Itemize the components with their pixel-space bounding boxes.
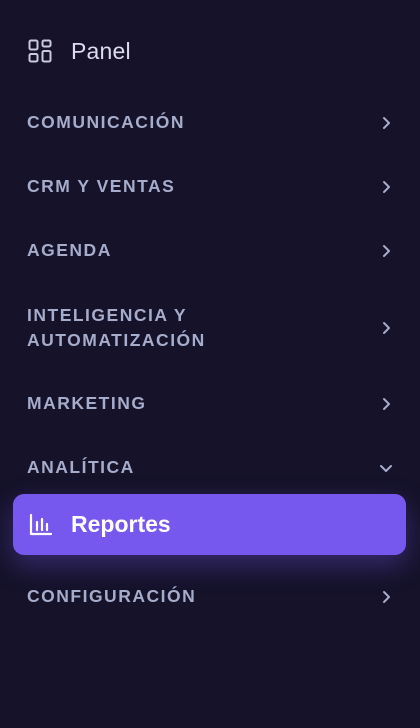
chevron-down-icon [379,461,393,475]
section-configuracion[interactable]: CONFIGURACIÓN [27,584,393,609]
section-inteligencia-automatizacion[interactable]: INTELIGENCIA Y AUTOMATIZACIÓN [27,303,393,353]
sidebar-item-panel-label: Panel [71,37,131,64]
sidebar-item-panel[interactable]: Panel [27,32,131,70]
chevron-right-icon [379,397,393,411]
chevron-right-icon [379,244,393,258]
section-label: MARKETING [27,393,147,413]
sidebar-item-reportes-label: Reportes [71,511,171,537]
section-label: CRM Y VENTAS [27,176,176,196]
section-label: CONFIGURACIÓN [27,586,197,606]
chevron-right-icon [379,590,393,604]
section-crm-ventas[interactable]: CRM Y VENTAS [27,174,393,199]
section-label: INTELIGENCIA Y AUTOMATIZACIÓN [27,303,206,353]
section-analitica[interactable]: ANALÍTICA [27,455,393,480]
section-comunicacion[interactable]: COMUNICACIÓN [27,110,393,135]
chevron-right-icon [379,180,393,194]
bar-chart-icon [28,512,54,538]
section-label-line-1: INTELIGENCIA Y [27,305,188,325]
grid-icon [27,38,53,64]
section-label: AGENDA [27,240,112,260]
chevron-right-icon [379,321,393,335]
sidebar-item-reportes[interactable]: Reportes [13,494,406,555]
chevron-right-icon [379,116,393,130]
section-label-line-2: AUTOMATIZACIÓN [27,330,206,350]
section-label: COMUNICACIÓN [27,112,185,132]
section-marketing[interactable]: MARKETING [27,391,393,416]
sidebar: Panel COMUNICACIÓN CRM Y VENTAS AGENDA I… [0,0,420,728]
section-label: ANALÍTICA [27,457,135,477]
section-agenda[interactable]: AGENDA [27,238,393,263]
